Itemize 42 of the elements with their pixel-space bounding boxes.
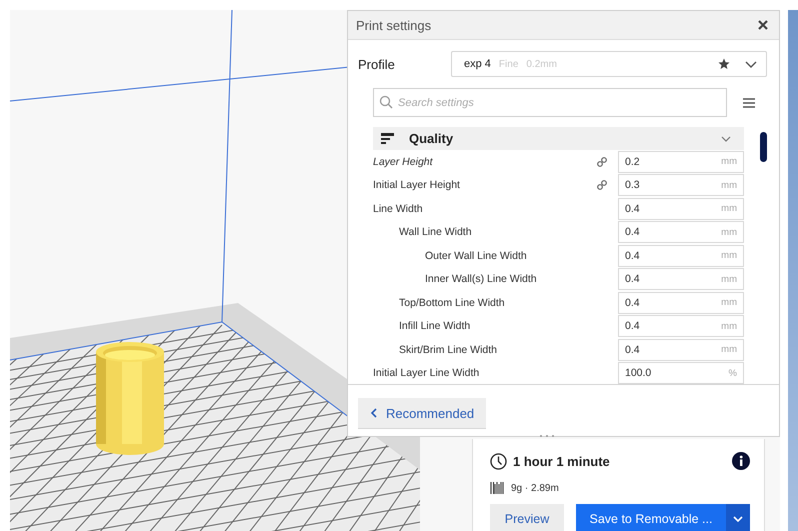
- material-usage: 9g · 2.89m: [511, 482, 559, 494]
- search-icon: [379, 95, 393, 109]
- category-header[interactable]: Quality: [373, 127, 744, 150]
- clock-icon: [490, 452, 507, 470]
- setting-field[interactable]: 0.4 mm: [618, 221, 744, 244]
- filament-icon: [490, 481, 504, 495]
- setting-field[interactable]: 0.4 mm: [618, 315, 744, 338]
- close-icon[interactable]: [757, 19, 769, 31]
- quality-icon: [381, 132, 395, 146]
- setting-field[interactable]: 0.4 mm: [618, 292, 744, 314]
- preview-button[interactable]: Preview: [490, 504, 564, 531]
- setting-label: Initial Layer Height: [373, 179, 461, 192]
- save-options-button[interactable]: [726, 504, 750, 531]
- star-icon[interactable]: [718, 58, 730, 70]
- profile-label: Profile: [358, 56, 396, 72]
- setting-label: Top/Bottom Line Width: [398, 296, 506, 309]
- setting-label: Outer Wall Line Width: [424, 250, 528, 262]
- setting-field[interactable]: 0.3 mm: [618, 174, 744, 196]
- resize-handle-icon[interactable]: [537, 433, 557, 439]
- setting-label: Inner Wall(s) Line Width: [424, 273, 538, 286]
- caret-icon: [732, 515, 744, 523]
- setting-field[interactable]: 0.4 mm: [618, 338, 744, 361]
- setting-field[interactable]: 0.2 mm: [618, 150, 744, 173]
- setting-field[interactable]: 0.4 mm: [618, 244, 744, 267]
- setting-label: Initial Layer Line Width: [373, 367, 480, 380]
- print-time: 1 hour 1 minute: [513, 454, 610, 468]
- recommended-button[interactable]: Recommended: [358, 398, 486, 429]
- setting-label: Skirt/Brim Line Width: [398, 344, 498, 356]
- search-field[interactable]: Search settings: [373, 88, 727, 117]
- setting-label: Line Width: [373, 202, 424, 215]
- info-icon[interactable]: [732, 452, 750, 470]
- setting-label: Wall Line Width: [398, 226, 473, 238]
- scrollbar-thumb[interactable]: [760, 132, 767, 162]
- chevron-down-icon: [744, 59, 758, 69]
- setting-field[interactable]: 100.0 %: [618, 362, 744, 384]
- chevron-left-icon: [370, 408, 378, 418]
- panel-title: Print settings: [356, 18, 432, 32]
- setting-field[interactable]: 0.4 mm: [618, 198, 744, 220]
- setting-label: Infill Line Width: [398, 320, 472, 332]
- setting-field[interactable]: 0.4 mm: [618, 268, 744, 290]
- setting-label: Layer Height: [373, 156, 434, 168]
- menu-icon[interactable]: [743, 98, 755, 108]
